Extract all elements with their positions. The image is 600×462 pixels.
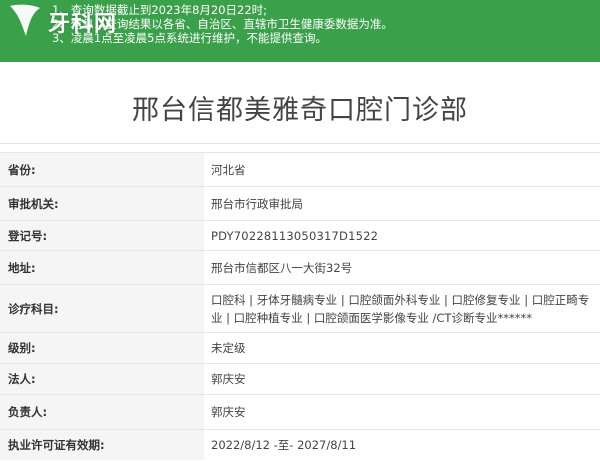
logo-text: 牙科网 xyxy=(48,11,118,37)
detail-value: 口腔科 | 牙体牙髓病专业 | 口腔颌面外科专业 | 口腔修复专业 | 口腔正畸… xyxy=(204,284,600,333)
detail-row-legal-person: 法人: 郭庆安 xyxy=(0,363,600,395)
tooth-icon xyxy=(10,4,40,37)
detail-row-approval-authority: 审批机关: 邢台市行政审批局 xyxy=(0,186,600,221)
detail-value: 邢台市行政审批局 xyxy=(204,186,600,221)
detail-label: 负责人: xyxy=(0,394,204,430)
detail-value: 2022/8/12 -至- 2027/8/11 xyxy=(204,429,600,460)
detail-label: 诊疗科目: xyxy=(0,284,204,333)
site-logo[interactable]: 牙科网 xyxy=(4,2,134,42)
detail-value: 未定级 xyxy=(204,332,600,364)
detail-row-province: 省份: 河北省 xyxy=(0,152,600,187)
page-title: 邢台信都美雅奇口腔门诊部 xyxy=(132,95,468,126)
detail-label: 级别: xyxy=(0,332,204,364)
detail-value: 郭庆安 xyxy=(204,394,600,430)
notice-line: 2、信息以查询结果以各省、自治区、直辖市卫生健康委数据为准。 xyxy=(52,17,393,31)
detail-row-address: 地址: 邢台市信都区八一大街32号 xyxy=(0,250,600,285)
detail-row-registration-number: 登记号: PDY70228113050317D1522 xyxy=(0,220,600,251)
divider xyxy=(0,143,600,144)
detail-row-specialties: 诊疗科目: 口腔科 | 牙体牙髓病专业 | 口腔颌面外科专业 | 口腔修复专业 … xyxy=(0,284,600,333)
detail-value: PDY70228113050317D1522 xyxy=(204,220,600,251)
detail-label: 登记号: xyxy=(0,220,204,251)
clinic-details-table: 省份: 河北省 审批机关: 邢台市行政审批局 登记号: PDY702281130… xyxy=(0,152,600,460)
detail-label: 省份: xyxy=(0,152,204,187)
detail-row-person-in-charge: 负责人: 郭庆安 xyxy=(0,394,600,430)
detail-value: 河北省 xyxy=(204,152,600,187)
detail-label: 执业许可证有效期: xyxy=(0,429,204,460)
detail-label: 审批机关: xyxy=(0,186,204,221)
detail-label: 法人: xyxy=(0,363,204,395)
notice-line: 1、查询数据截止到2023年8月20日22时; xyxy=(52,3,268,17)
detail-value: 郭庆安 xyxy=(204,363,600,395)
detail-value: 邢台市信都区八一大街32号 xyxy=(204,250,600,285)
detail-label: 地址: xyxy=(0,250,204,285)
detail-row-level: 级别: 未定级 xyxy=(0,332,600,364)
notice-line: 3、凌晨1点至凌晨5点系统进行维护，不能提供查询。 xyxy=(52,31,327,45)
detail-row-license-validity: 执业许可证有效期: 2022/8/12 -至- 2027/8/11 xyxy=(0,429,600,460)
